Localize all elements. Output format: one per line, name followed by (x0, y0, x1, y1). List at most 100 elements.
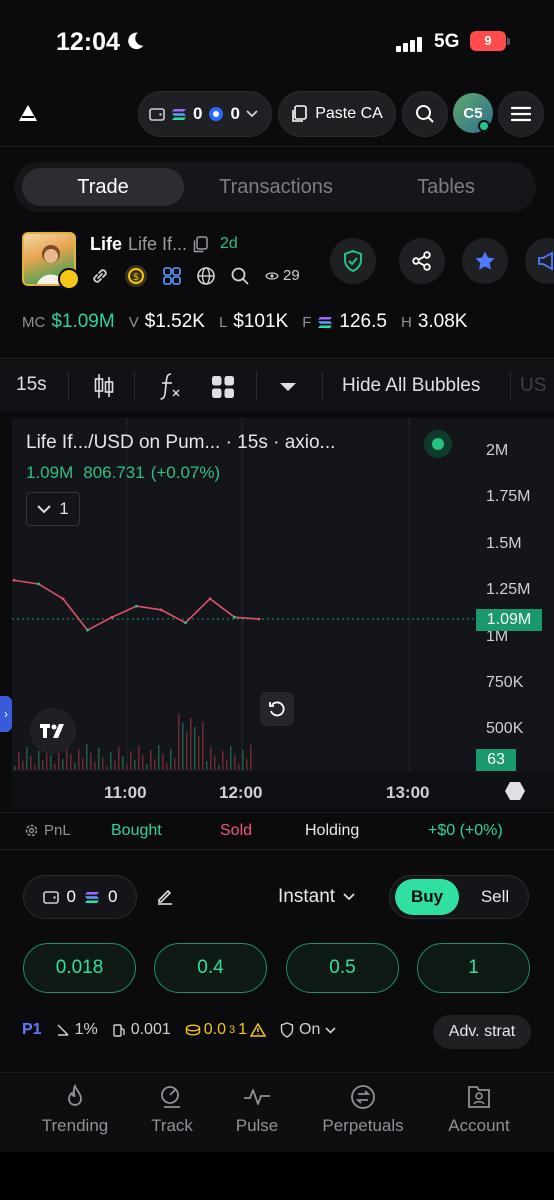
volume-bar (218, 765, 220, 770)
pnl-label: PnL (44, 822, 71, 839)
settings-hex-icon[interactable] (504, 781, 526, 801)
side-panel-handle[interactable]: › (0, 696, 12, 732)
tab-tables[interactable]: Tables (374, 168, 518, 206)
link-icon[interactable] (90, 266, 110, 286)
price-point (110, 615, 114, 619)
price-point (86, 628, 89, 632)
wallet-icon (42, 891, 59, 904)
preset-label[interactable]: P1 (22, 1021, 42, 1039)
amount-preset-button[interactable]: 0.4 (154, 943, 267, 993)
volume-bar (82, 758, 84, 770)
hide-bubbles-button[interactable]: Hide All Bubbles (342, 375, 480, 397)
pump-coin-icon[interactable]: $ (124, 264, 148, 288)
volume-bar (50, 755, 52, 770)
trade-settings-row[interactable]: P1 1% 0.001 0.0 3 1 On (22, 1021, 336, 1039)
price-point (184, 621, 187, 625)
volume-bar (170, 749, 172, 770)
grid-apps-icon[interactable] (162, 266, 182, 286)
security-button[interactable] (330, 238, 376, 284)
volume-bar (18, 752, 20, 770)
x-axis (12, 772, 554, 810)
advanced-strategy-button[interactable]: Adv. strat (433, 1015, 531, 1049)
token-age: 2d (220, 235, 238, 252)
menu-button[interactable] (498, 91, 544, 137)
chevron-down-icon (325, 1026, 336, 1034)
paste-ca-button[interactable]: Paste CA (278, 91, 396, 137)
indicator-count: 1 (59, 499, 69, 518)
volume-bar (194, 727, 196, 770)
sell-tab[interactable]: Sell (470, 879, 520, 915)
layout-icon[interactable] (211, 375, 235, 399)
wallet-balance: 0 (66, 887, 76, 906)
share-button[interactable] (399, 238, 445, 284)
slippage-setting[interactable]: 1% (56, 1021, 98, 1039)
tradingview-logo-icon[interactable] (30, 708, 76, 754)
volume-bar (146, 764, 148, 770)
moon-icon (128, 32, 144, 50)
bribe-value: 0.0 (203, 1021, 226, 1038)
volume-bar (54, 764, 56, 770)
globe-icon[interactable] (196, 266, 216, 286)
volume-bar (78, 749, 80, 770)
amount-preset-button[interactable]: 1 (417, 943, 530, 993)
coins-icon (185, 1024, 200, 1036)
priority-fee-setting[interactable]: 0.001 (112, 1021, 171, 1039)
amount-preset-button[interactable]: 0.5 (286, 943, 399, 993)
favorite-button[interactable] (462, 238, 508, 284)
tab-transactions[interactable]: Transactions (194, 168, 358, 206)
stat-v-label: V (128, 313, 139, 331)
volume-bar (230, 746, 232, 770)
pnl-toggle[interactable]: PnL (24, 822, 71, 839)
nav-account-label: Account (448, 1116, 510, 1135)
nav-perpetuals[interactable]: Perpetuals (308, 1084, 418, 1136)
copy-address-icon[interactable] (193, 236, 208, 253)
divider (0, 358, 554, 359)
solana-icon (318, 316, 333, 328)
currency-toggle[interactable]: US (520, 375, 546, 397)
stat-mc-value: $1.09M (51, 311, 115, 332)
volume-bar (202, 722, 204, 770)
nav-account[interactable]: Account (424, 1084, 534, 1136)
search-button[interactable] (402, 91, 448, 137)
edit-icon[interactable] (156, 887, 174, 905)
volume-bar (234, 755, 236, 770)
volume-bar (134, 760, 136, 770)
tab-bar: Trade Transactions Tables (14, 162, 536, 212)
interval-selector[interactable]: 15s (16, 374, 47, 396)
app-logo-icon[interactable] (18, 104, 38, 122)
buy-tab[interactable]: Buy (395, 879, 459, 915)
reset-chart-button[interactable] (260, 692, 294, 726)
price-point (37, 582, 40, 586)
current-price-tag: 1.09M (476, 609, 542, 631)
chevron-down-icon (37, 504, 51, 513)
tab-trade[interactable]: Trade (22, 168, 184, 206)
search-token-icon[interactable] (230, 266, 250, 286)
nav-trending[interactable]: Trending (20, 1084, 130, 1136)
nav-pulse-label: Pulse (235, 1116, 279, 1135)
toolbar-separator (256, 372, 257, 400)
volume-bar (102, 757, 104, 770)
toolbar-separator (134, 372, 135, 400)
wallet-balance-pill[interactable]: 0 0 (138, 91, 272, 137)
volume-bar (190, 718, 192, 770)
order-mode-select[interactable]: Instant (278, 886, 355, 908)
trade-wallet-pill[interactable]: 0 0 (23, 875, 137, 919)
mev-protection-setting[interactable]: On (280, 1021, 336, 1039)
price-point (12, 578, 16, 582)
chart-ohlc: 1.09M 806.731 (+0.07%) (26, 463, 220, 483)
nav-pulse[interactable]: Pulse (202, 1084, 312, 1136)
promote-button[interactable] (525, 238, 554, 284)
coin-balance: 0 (230, 104, 240, 123)
stat-v-value: $1.52K (144, 311, 205, 332)
indicators-icon[interactable] (158, 371, 182, 401)
bribe-setting[interactable]: 0.0 3 1 (185, 1021, 267, 1039)
amount-preset-button[interactable]: 0.018 (23, 943, 136, 993)
solana-icon (85, 891, 99, 903)
volume-bar (70, 754, 72, 770)
indicator-collapse-button[interactable]: 1 (26, 492, 80, 526)
volume-bar (74, 763, 76, 770)
candles-icon[interactable] (92, 373, 116, 399)
dropdown-arrow-icon[interactable] (279, 382, 297, 392)
volume-bar (122, 756, 124, 770)
network-type: 5G (434, 31, 460, 52)
